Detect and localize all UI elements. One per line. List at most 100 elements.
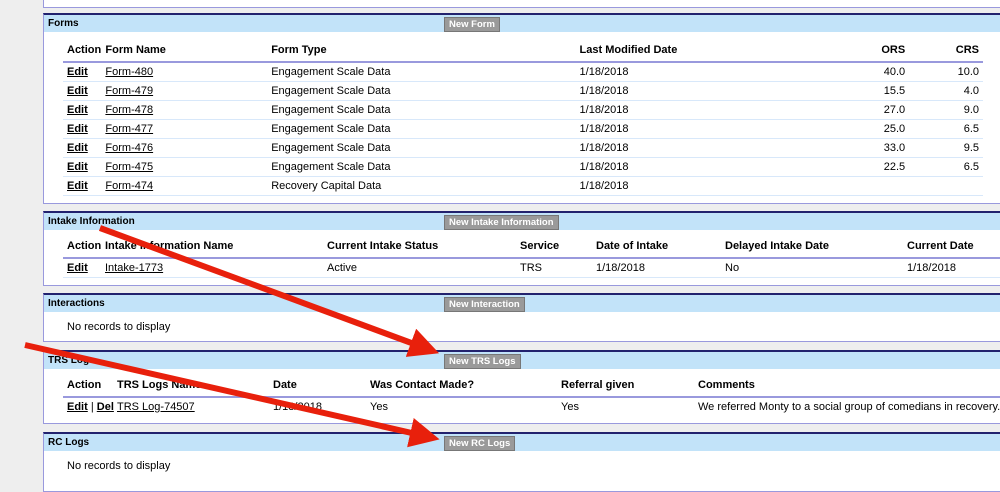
intake-name-link[interactable]: Intake-1773: [105, 262, 163, 274]
cell-date: 1/18/2018: [575, 138, 849, 158]
col-action: Action: [63, 235, 101, 259]
cell-date: 1/18/2018: [592, 258, 721, 278]
cell-crs: 6.5: [909, 157, 983, 177]
edit-link[interactable]: Edit: [67, 104, 88, 116]
col-ors: ORS: [848, 39, 910, 63]
col-delayed-intake: Delayed Intake Date: [721, 235, 903, 259]
forms-table: Action Form Name Form Type Last Modified…: [63, 39, 983, 196]
forms-header: Forms New Form: [44, 15, 1000, 32]
forms-title: Forms: [48, 18, 79, 29]
table-row: Edit Form-474 Recovery Capital Data 1/18…: [63, 176, 983, 196]
interactions-title: Interactions: [48, 298, 105, 309]
rc-logs-panel: RC Logs New RC Logs No records to display: [43, 432, 1000, 492]
rc-logs-header: RC Logs New RC Logs: [44, 434, 1000, 451]
col-date: Date: [269, 374, 366, 398]
cell-ors: 27.0: [848, 100, 910, 120]
new-trs-logs-button[interactable]: New TRS Logs: [444, 354, 521, 369]
form-name-link[interactable]: Form-479: [105, 85, 153, 97]
table-header-row: Action Form Name Form Type Last Modified…: [63, 39, 983, 63]
table-row: Edit Form-480 Engagement Scale Data 1/18…: [63, 62, 983, 82]
cell-form-type: Engagement Scale Data: [267, 81, 576, 101]
edit-link[interactable]: Edit: [67, 161, 88, 173]
cell-status: Active: [323, 258, 516, 278]
col-referral: Referral given: [557, 374, 694, 398]
top-panel: [43, 0, 1000, 8]
col-action: Action: [63, 39, 102, 63]
intake-panel: Intake Information New Intake Information…: [43, 211, 1000, 286]
form-name-link[interactable]: Form-480: [105, 66, 153, 78]
table-row: Edit Form-477 Engagement Scale Data 1/18…: [63, 119, 983, 139]
col-current-date: Current Date: [903, 235, 1000, 259]
new-intake-button[interactable]: New Intake Information: [444, 215, 559, 230]
cell-ors: [848, 176, 910, 196]
table-row: Edit Form-479 Engagement Scale Data 1/18…: [63, 81, 983, 101]
intake-header: Intake Information New Intake Information: [44, 213, 1000, 230]
form-name-link[interactable]: Form-476: [105, 142, 153, 154]
form-name-link[interactable]: Form-478: [105, 104, 153, 116]
cell-delayed: No: [721, 258, 903, 278]
edit-link[interactable]: Edit: [67, 123, 88, 135]
trs-log-name-link[interactable]: TRS Log-74507: [117, 401, 195, 413]
interactions-panel: Interactions New Interaction No records t…: [43, 293, 1000, 342]
col-crs: CRS: [909, 39, 983, 63]
cell-ors: 33.0: [848, 138, 910, 158]
trs-logs-table: Action TRS Logs Name Date Was Contact Ma…: [63, 374, 1000, 416]
col-contact-made: Was Contact Made?: [366, 374, 557, 398]
empty-message: No records to display: [67, 460, 171, 472]
rc-logs-title: RC Logs: [48, 437, 90, 448]
cell-ors: 15.5: [848, 81, 910, 101]
interactions-header: Interactions New Interaction: [44, 295, 1000, 312]
cell-crs: 6.5: [909, 119, 983, 139]
cell-date: 1/18/2018: [575, 62, 849, 82]
empty-message: No records to display: [67, 321, 171, 333]
cell-date: 1/18/2018: [575, 157, 849, 177]
edit-link[interactable]: Edit: [67, 142, 88, 154]
col-comments: Comments: [694, 374, 1000, 398]
col-intake-status: Current Intake Status: [323, 235, 516, 259]
cell-form-type: Engagement Scale Data: [267, 138, 576, 158]
trs-logs-title: TRS Logs: [48, 355, 95, 366]
cell-contact: Yes: [370, 401, 388, 413]
cell-ors: 25.0: [848, 119, 910, 139]
form-name-link[interactable]: Form-477: [105, 123, 153, 135]
edit-link[interactable]: Edit: [67, 401, 88, 413]
col-intake-name: Intake Information Name: [101, 235, 323, 259]
edit-link[interactable]: Edit: [67, 85, 88, 97]
cell-crs: 10.0: [909, 62, 983, 82]
cell-ors: 40.0: [848, 62, 910, 82]
cell-date: 1/18/2018: [575, 81, 849, 101]
col-form-type: Form Type: [267, 39, 576, 63]
col-date-of-intake: Date of Intake: [592, 235, 721, 259]
delete-link[interactable]: Del: [97, 401, 114, 413]
cell-crs: [909, 176, 983, 196]
col-action: Action: [63, 374, 113, 398]
cell-crs: 9.0: [909, 100, 983, 120]
table-row: Edit Form-476 Engagement Scale Data 1/18…: [63, 138, 983, 158]
cell-date: 1/18/2018: [273, 401, 322, 413]
edit-link[interactable]: Edit: [67, 262, 88, 274]
cell-crs: 9.5: [909, 138, 983, 158]
cell-crs: 4.0: [909, 81, 983, 101]
cell-form-type: Engagement Scale Data: [267, 157, 576, 177]
form-name-link[interactable]: Form-475: [105, 161, 153, 173]
table-row: Edit Form-475 Engagement Scale Data 1/18…: [63, 157, 983, 177]
table-header-row: Action TRS Logs Name Date Was Contact Ma…: [63, 374, 1000, 398]
cell-date: 1/18/2018: [575, 100, 849, 120]
intake-title: Intake Information: [48, 216, 135, 227]
intake-table: Action Intake Information Name Current I…: [63, 235, 1000, 278]
cell-comments: We referred Monty to a social group of c…: [698, 401, 1000, 413]
edit-link[interactable]: Edit: [67, 66, 88, 78]
trs-logs-panel: TRS Logs New TRS Logs Action TRS Logs Nam…: [43, 350, 1000, 424]
col-last-modified: Last Modified Date: [575, 39, 849, 63]
col-form-name: Form Name: [101, 39, 268, 63]
new-rc-logs-button[interactable]: New RC Logs: [444, 436, 516, 451]
forms-panel: Forms New Form Action Form Name Form Type…: [43, 13, 1000, 204]
new-interaction-button[interactable]: New Interaction: [444, 297, 525, 312]
form-name-link[interactable]: Form-474: [105, 180, 153, 192]
cell-form-type: Engagement Scale Data: [267, 62, 576, 82]
edit-link[interactable]: Edit: [67, 180, 88, 192]
new-form-button[interactable]: New Form: [444, 17, 500, 32]
table-header-row: Action Intake Information Name Current I…: [63, 235, 1000, 259]
cell-referral: Yes: [561, 401, 579, 413]
cell-form-type: Engagement Scale Data: [267, 100, 576, 120]
